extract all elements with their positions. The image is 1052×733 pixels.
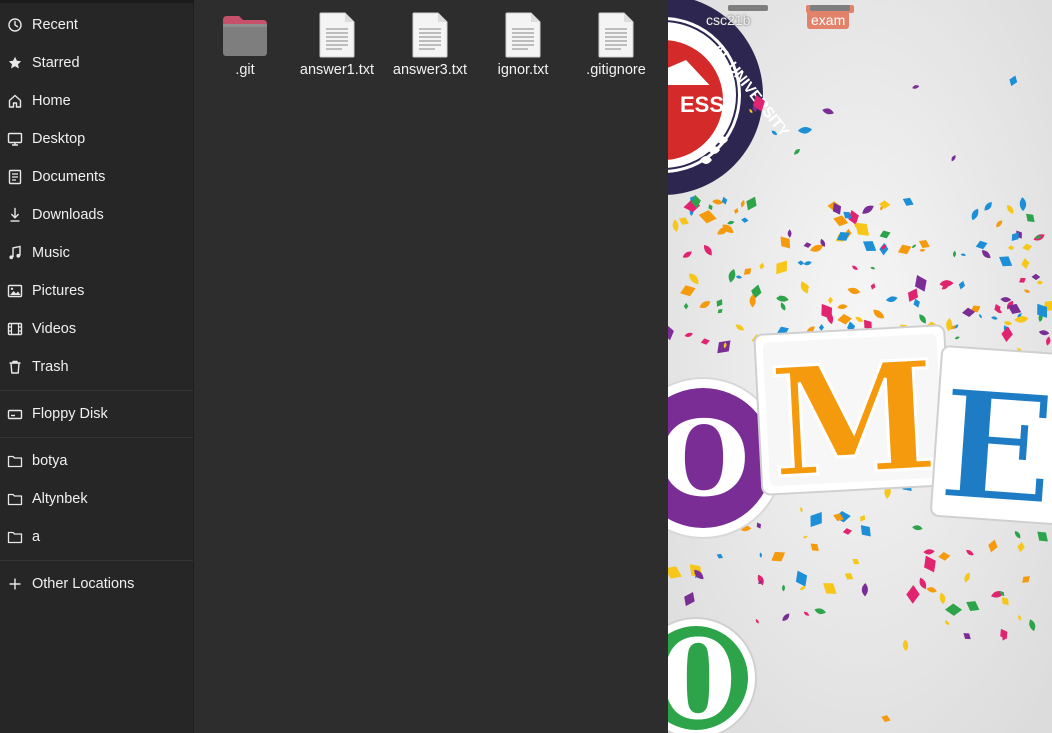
sidebar-item-altynbek[interactable]: Altynbek: [0, 480, 193, 518]
sidebar-item-label: Other Locations: [32, 576, 135, 592]
clock-icon: [7, 17, 23, 33]
sidebar-item-label: Recent: [32, 17, 78, 33]
file-manager-window: Recent Starred Home Desktop Documents Do…: [0, 0, 668, 733]
file-name: .git: [235, 62, 255, 78]
file-name: .gitignore: [586, 62, 646, 78]
sidebar-item-label: Starred: [32, 55, 80, 71]
sidebar-item-starred[interactable]: Starred: [0, 44, 193, 82]
folder-icon: [7, 491, 23, 507]
wallpaper-letter-m: M: [753, 324, 953, 514]
wallpaper-letter-e: E: [930, 345, 1052, 541]
sidebar-item-label: Floppy Disk: [32, 406, 108, 422]
trash-icon: [7, 359, 23, 375]
badge-center-text: ESS: [680, 92, 724, 117]
file-item-answer1[interactable]: answer1.txt: [292, 8, 382, 78]
sidebar-item-botya[interactable]: botya: [0, 442, 193, 480]
sidebar-item-music[interactable]: Music: [0, 234, 193, 272]
sidebar-separator: [0, 390, 193, 391]
desktop-icon: [7, 131, 23, 147]
folder-icon: [7, 529, 23, 545]
sidebar-item-label: Home: [32, 93, 71, 109]
document-icon: [7, 169, 23, 185]
folder-icon: [223, 16, 267, 56]
file-item-answer3[interactable]: answer3.txt: [385, 8, 475, 78]
drive-icon: [7, 406, 23, 422]
sidebar: Recent Starred Home Desktop Documents Do…: [0, 0, 194, 733]
file-view: .git answer1.txt answer3.txt ignor.txt .…: [194, 0, 668, 733]
desktop-background: ESS AL UNIVERSITY O M E 0 csc21b exam: [668, 0, 1052, 733]
sidebar-separator: [0, 560, 193, 561]
video-icon: [7, 321, 23, 337]
sidebar-item-home[interactable]: Home: [0, 82, 193, 120]
text-file-icon: [505, 12, 541, 58]
sidebar-item-label: Pictures: [32, 283, 85, 299]
sidebar-item-trash[interactable]: Trash: [0, 348, 193, 386]
sidebar-item-documents[interactable]: Documents: [0, 158, 193, 196]
download-icon: [7, 207, 23, 223]
sidebar-item-label: Desktop: [32, 131, 86, 147]
sidebar-separator: [0, 437, 193, 438]
sidebar-item-label: Music: [32, 245, 70, 261]
screen: Recent Starred Home Desktop Documents Do…: [0, 0, 1052, 733]
sidebar-item-videos[interactable]: Videos: [0, 310, 193, 348]
sidebar-item-a[interactable]: a: [0, 518, 193, 556]
sidebar-item-other-locations[interactable]: Other Locations: [0, 565, 193, 603]
file-name: ignor.txt: [497, 62, 549, 78]
picture-icon: [7, 283, 23, 299]
svg-text:E: E: [934, 356, 1052, 540]
plus-icon: [7, 576, 23, 592]
home-icon: [7, 93, 23, 109]
text-file-icon: [412, 12, 448, 58]
file-item-gitignore[interactable]: .gitignore: [571, 8, 661, 78]
sidebar-item-label: Downloads: [32, 207, 104, 223]
svg-text:O: O: [668, 397, 749, 520]
desktop-icon-label: csc21b: [706, 12, 751, 28]
sidebar-item-label: Trash: [32, 359, 69, 375]
sidebar-item-label: botya: [32, 453, 68, 469]
sidebar-item-label: Documents: [32, 169, 106, 185]
sidebar-item-pictures[interactable]: Pictures: [0, 272, 193, 310]
svg-text:M: M: [766, 328, 941, 512]
file-item-git-folder[interactable]: .git: [200, 8, 290, 78]
file-name: answer1.txt: [299, 62, 375, 78]
file-item-ignor[interactable]: ignor.txt: [478, 8, 568, 78]
sidebar-item-label: a: [32, 529, 41, 545]
desktop-icon-label-selected: exam: [807, 11, 850, 29]
text-file-icon: [598, 12, 634, 58]
svg-text:0: 0: [668, 615, 736, 733]
sidebar-item-desktop[interactable]: Desktop: [0, 120, 193, 158]
music-icon: [7, 245, 23, 261]
sidebar-item-downloads[interactable]: Downloads: [0, 196, 193, 234]
sidebar-item-recent[interactable]: Recent: [0, 6, 193, 44]
folder-icon: [7, 453, 23, 469]
sidebar-item-floppy-disk[interactable]: Floppy Disk: [0, 395, 193, 433]
text-file-icon: [319, 12, 355, 58]
wallpaper: ESS AL UNIVERSITY O M E 0: [668, 0, 1052, 733]
star-icon: [7, 55, 23, 71]
sidebar-item-label: Videos: [32, 321, 77, 337]
sidebar-item-label: Altynbek: [32, 491, 88, 507]
file-name: answer3.txt: [392, 62, 468, 78]
